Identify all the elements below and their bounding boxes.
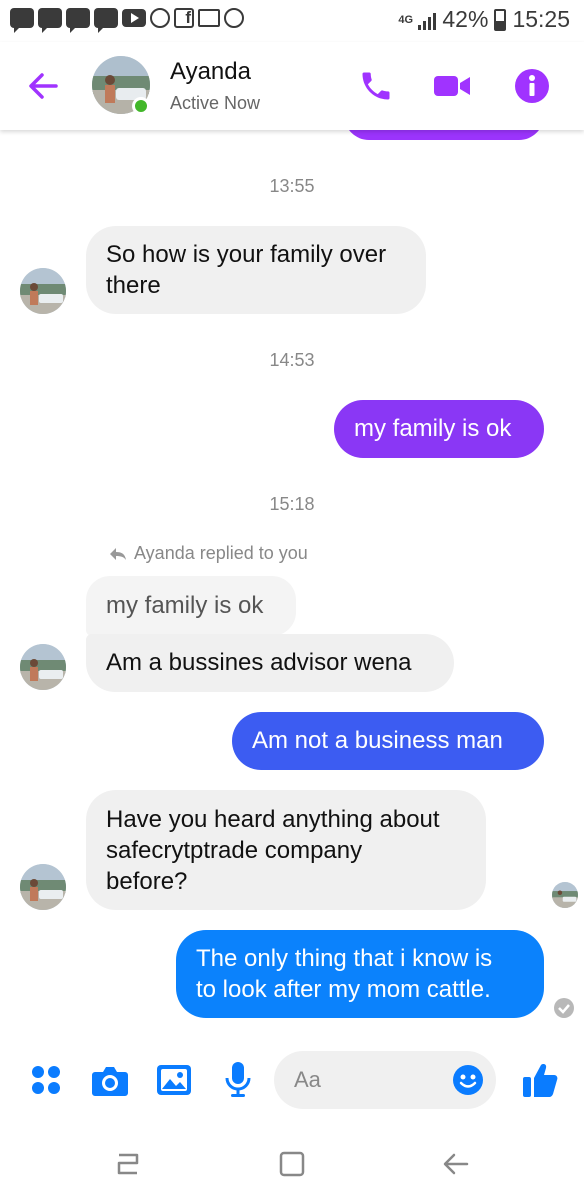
- back-arrow-icon[interactable]: [22, 64, 66, 108]
- timestamp: 13:55: [269, 176, 315, 196]
- outgoing-message[interactable]: my family is ok: [334, 400, 544, 458]
- message-line: So how is your family over: [106, 241, 387, 268]
- message-list[interactable]: 13:55 So how is your family over there 1…: [0, 130, 584, 1030]
- conversation-header: Ayanda Active Now: [0, 42, 584, 130]
- recent-apps-icon[interactable]: [106, 1142, 150, 1186]
- message-line: there: [106, 272, 161, 299]
- notification-icons: [10, 8, 244, 33]
- messenger-icon: [224, 8, 244, 28]
- battery-icon: [494, 8, 507, 31]
- outgoing-message-partial[interactable]: [344, 130, 544, 140]
- video-camera-icon[interactable]: [430, 64, 474, 108]
- quoted-text: my family is ok: [106, 592, 264, 619]
- sender-avatar[interactable]: [20, 268, 66, 314]
- messenger-icon: [150, 8, 170, 28]
- outgoing-message[interactable]: Am not a business man: [232, 712, 544, 770]
- sender-avatar[interactable]: [20, 644, 66, 690]
- like-thumb-icon[interactable]: [518, 1058, 562, 1102]
- message-line: before?: [106, 868, 188, 895]
- message-notification-icon: [94, 8, 118, 33]
- network-type: 4G: [398, 13, 414, 26]
- youtube-icon: [122, 9, 146, 27]
- contact-name[interactable]: Ayanda: [170, 58, 251, 86]
- gallery-notification-icon: [198, 9, 220, 27]
- message-composer: Aa: [0, 1040, 584, 1120]
- home-icon[interactable]: [270, 1142, 314, 1186]
- incoming-message[interactable]: Am a bussines advisor wena: [86, 634, 454, 692]
- message-text: Am not a business man: [252, 727, 503, 754]
- reply-arrow-icon: [110, 547, 126, 560]
- quoted-message[interactable]: my family is ok: [86, 576, 296, 636]
- timestamp: 14:53: [269, 350, 315, 370]
- microphone-icon[interactable]: [216, 1058, 260, 1102]
- message-text: my family is ok: [354, 415, 512, 442]
- message-line: to look after my mom cattle.: [196, 976, 491, 1003]
- sender-avatar[interactable]: [20, 864, 66, 910]
- info-icon[interactable]: [510, 64, 554, 108]
- message-notification-icon: [66, 8, 90, 33]
- incoming-message[interactable]: Have you heard anything about safecrytpt…: [86, 790, 486, 910]
- reply-note-text: Ayanda replied to you: [134, 543, 308, 563]
- incoming-message[interactable]: So how is your family over there: [86, 226, 426, 314]
- phone-icon[interactable]: [354, 64, 398, 108]
- clock: 15:25: [512, 6, 570, 32]
- status-bar: 4G 42% 15:25: [0, 0, 584, 42]
- signal-icon: [418, 10, 437, 30]
- message-line: The only thing that i know is: [196, 945, 493, 972]
- message-notification-icon: [10, 8, 34, 33]
- emoji-icon[interactable]: [452, 1064, 484, 1101]
- system-nav-bar: [0, 1120, 584, 1200]
- online-indicator: [132, 97, 150, 115]
- reply-indicator: Ayanda replied to you: [108, 543, 308, 564]
- timestamp: 15:18: [269, 494, 315, 514]
- message-text: Am a bussines advisor wena: [106, 649, 412, 676]
- contact-status: Active Now: [170, 93, 261, 113]
- message-input[interactable]: Aa: [274, 1051, 496, 1109]
- more-dots-icon[interactable]: [24, 1058, 68, 1102]
- message-input-placeholder: Aa: [294, 1067, 321, 1092]
- gallery-icon[interactable]: [152, 1058, 196, 1102]
- outgoing-message[interactable]: The only thing that i know is to look af…: [176, 930, 544, 1018]
- back-icon[interactable]: [434, 1142, 478, 1186]
- message-line: safecrytptrade company: [106, 837, 363, 864]
- message-line: Have you heard anything about: [106, 806, 440, 833]
- message-notification-icon: [38, 8, 62, 33]
- camera-icon[interactable]: [88, 1058, 132, 1102]
- seen-avatar: [552, 882, 578, 908]
- delivered-check-icon: [554, 998, 574, 1018]
- facebook-icon: [174, 8, 194, 28]
- battery-percent: 42%: [442, 6, 489, 32]
